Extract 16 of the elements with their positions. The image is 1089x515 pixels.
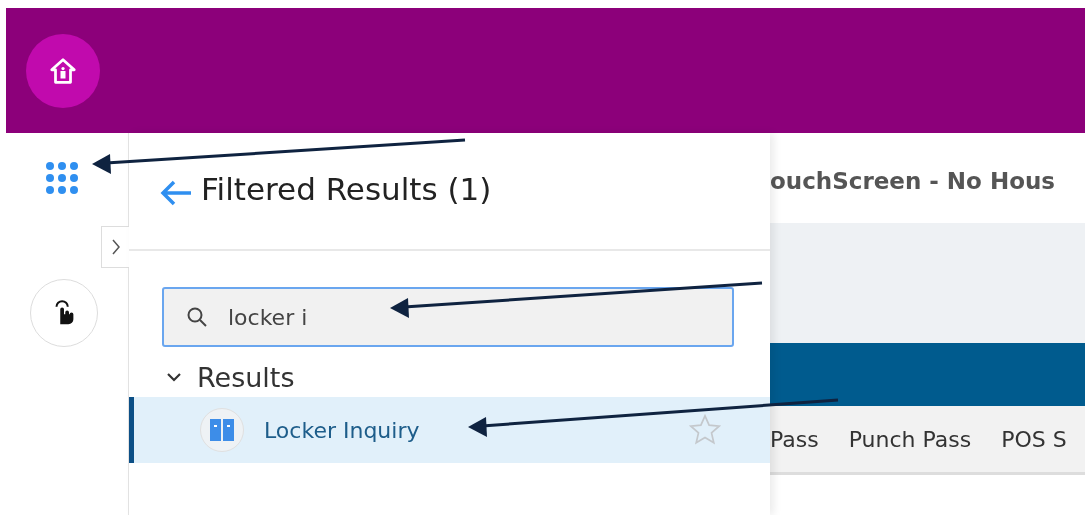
chevron-right-icon <box>110 238 121 256</box>
tab[interactable]: Punch Pass <box>848 426 972 452</box>
result-item[interactable]: Locker Inquiry <box>129 397 770 463</box>
result-label: Locker Inquiry <box>264 417 420 443</box>
tab[interactable]: POS S <box>1001 426 1067 452</box>
search-field[interactable]: locker i <box>162 287 734 347</box>
tab[interactable]: Pass <box>770 426 819 452</box>
star-icon[interactable] <box>688 413 722 447</box>
panel-title: Filtered Results (1) <box>201 171 492 207</box>
home-icon <box>48 55 78 86</box>
back-arrow-icon[interactable] <box>159 179 193 207</box>
page-title: ouchScreen - No Hous <box>770 168 1057 196</box>
locker-icon <box>200 408 244 452</box>
apps-grid-icon[interactable] <box>45 161 79 195</box>
section-title: Results <box>197 361 295 393</box>
expand-button[interactable] <box>101 226 129 268</box>
